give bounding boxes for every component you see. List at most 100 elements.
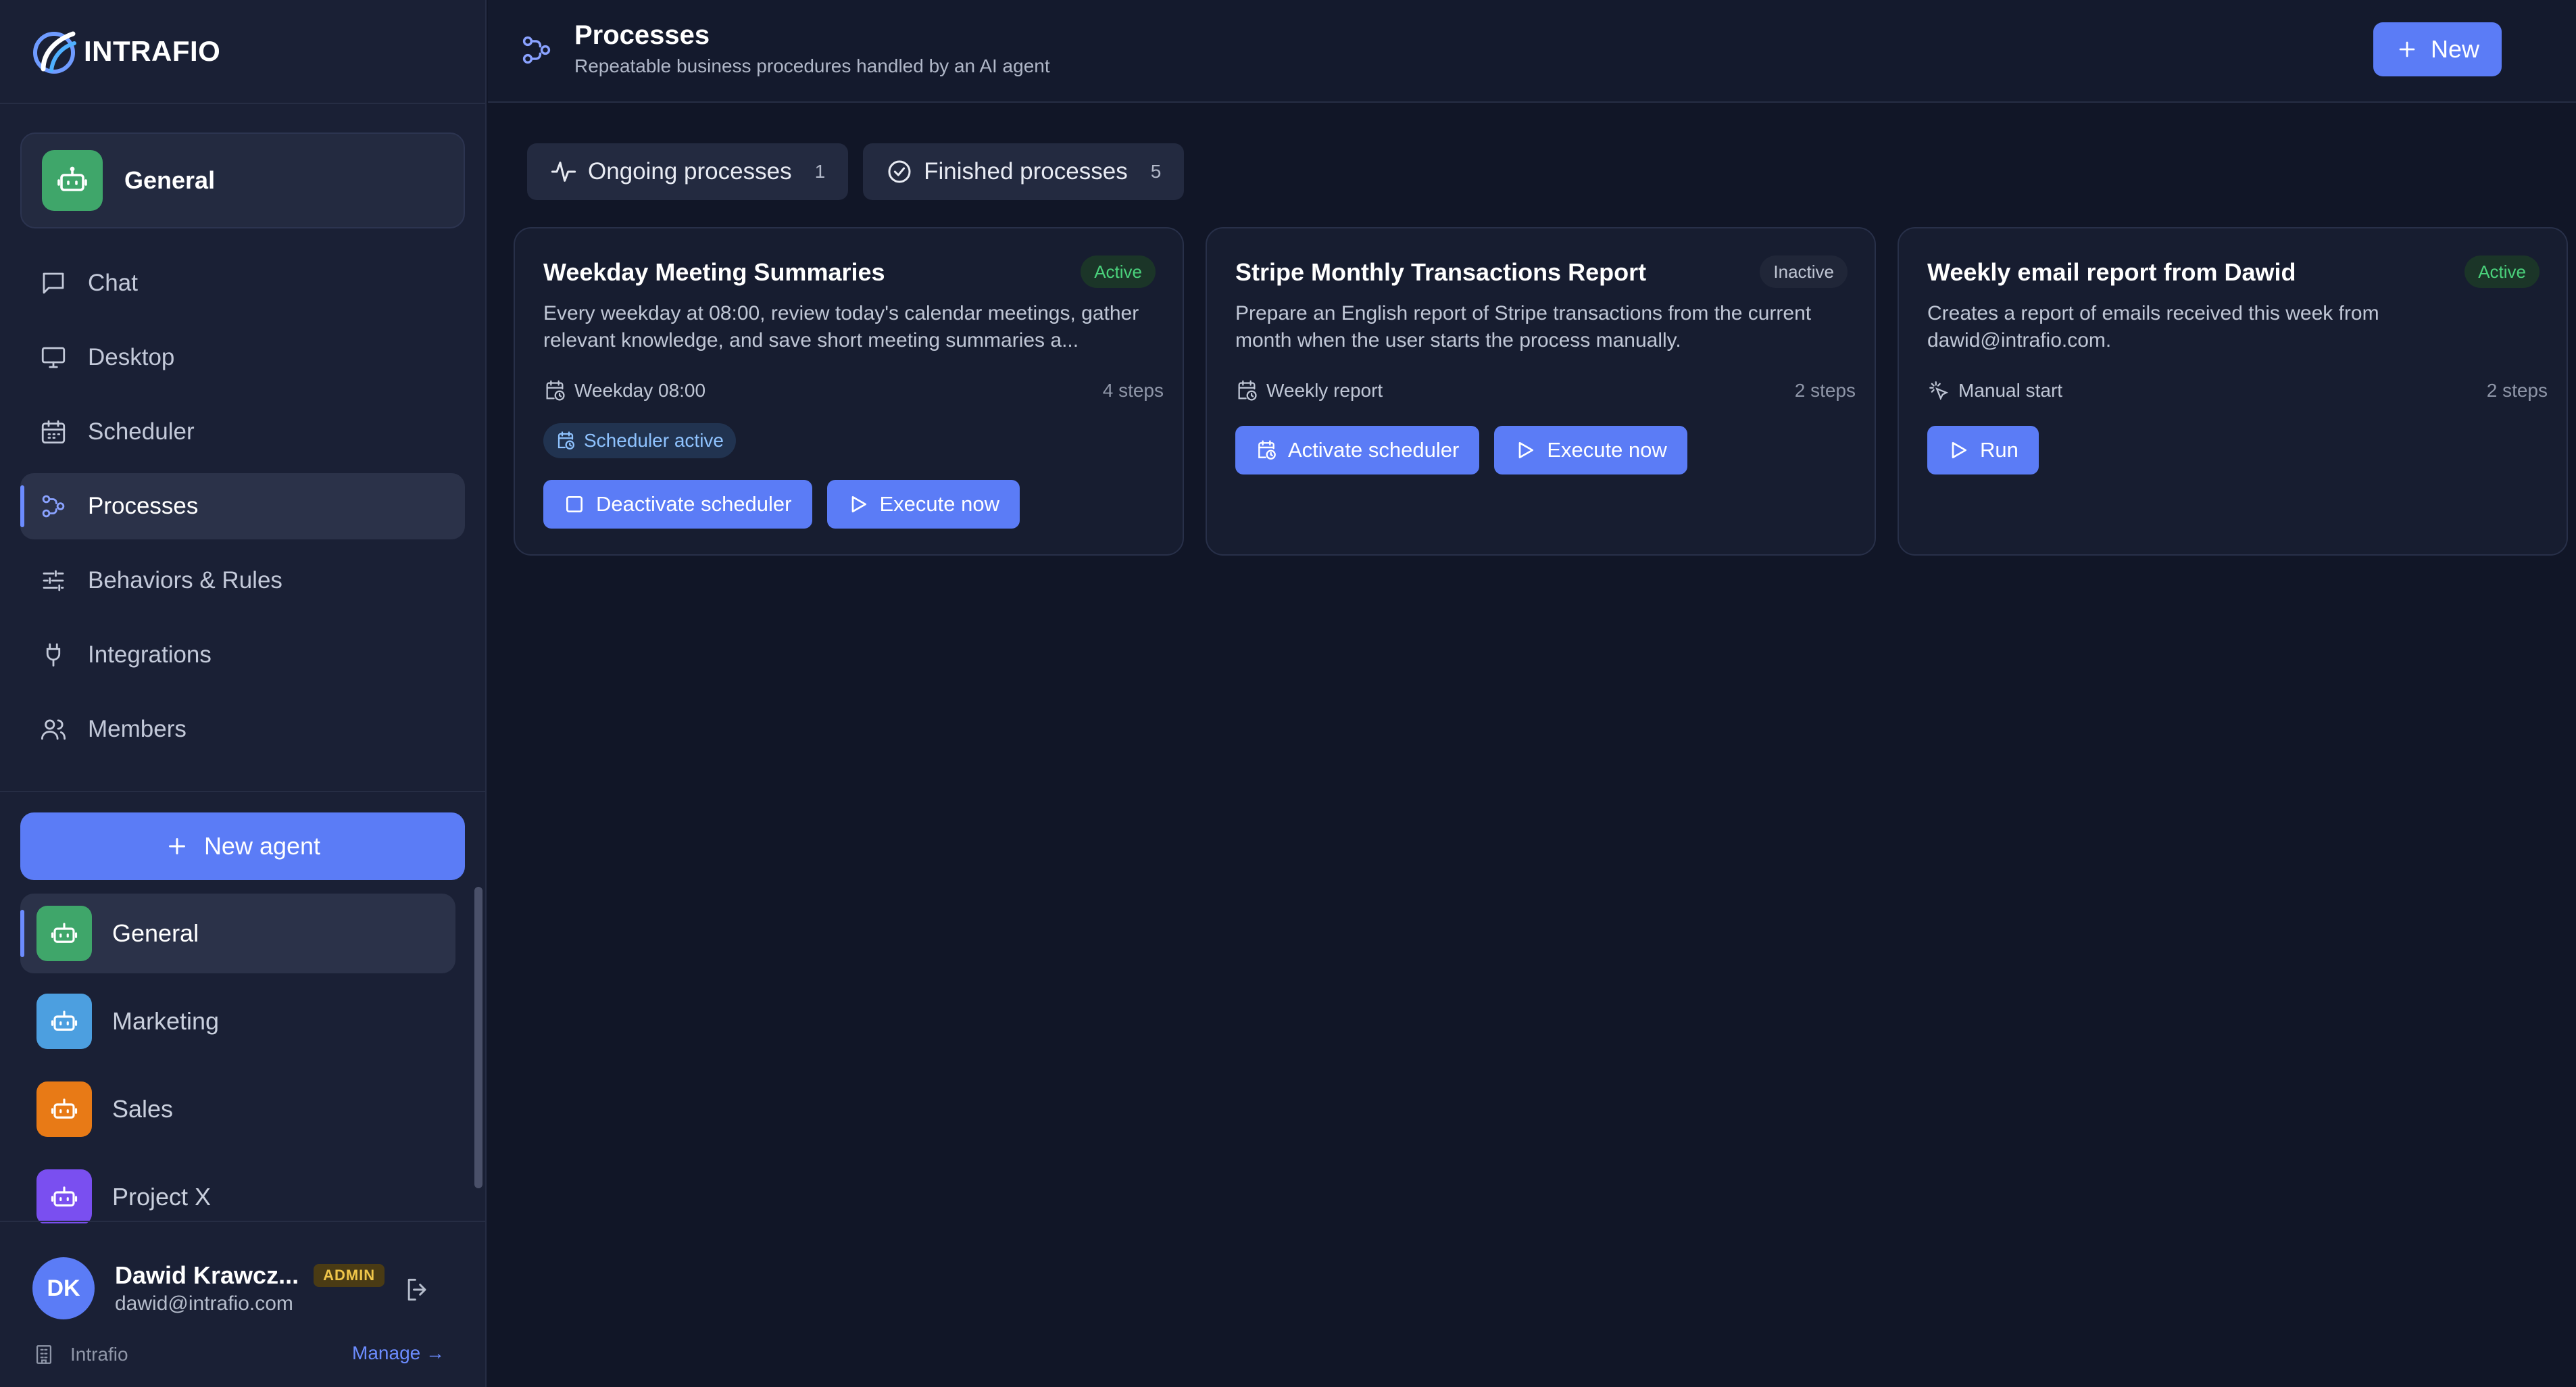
sliders-icon [43,570,64,591]
process-title: Stripe Monthly Transactions Report [1235,258,1647,286]
button-label: Run [1980,438,2018,462]
process-steps: 2 steps [1794,380,1856,401]
logout-icon[interactable] [403,1275,432,1305]
tab-ongoing-processes[interactable]: Ongoing processes 1 [527,143,849,200]
calendar-clock-icon [558,431,574,449]
process-title: Weekday Meeting Summaries [543,258,885,286]
sidebar-item-behaviors-rules[interactable]: Behaviors & Rules [20,548,465,614]
agent-name: Project X [112,1183,212,1211]
play-icon [1518,442,1534,458]
agent-item-project-x[interactable]: Project X [20,1157,455,1223]
bot-icon [51,1186,78,1207]
sidebar-item-label: Integrations [88,641,212,668]
organization-name: Intrafio [70,1344,128,1365]
sidebar-item-integrations[interactable]: Integrations [20,622,465,688]
scheduler-active-badge: Scheduler active [543,423,737,458]
agent-item-marketing[interactable]: Marketing [20,981,455,1061]
page-title: Processes [574,20,710,50]
button-label: Activate scheduler [1288,438,1460,462]
status-badge: Inactive [1760,256,1848,288]
new-agent-button[interactable]: New agent [20,812,465,880]
new-agent-label: New agent [203,832,321,860]
current-agent-name: General [124,166,216,194]
scheduler-active-label: Scheduler active [584,430,724,451]
process-meta: Weekly report 2 steps [1235,376,1856,406]
process-card[interactable]: Weekly email report from Dawid Active Cr… [1898,227,2568,556]
agent-item-general[interactable]: General [20,894,455,973]
user-email: dawid@intrafio.com [115,1292,293,1315]
plus-icon [168,838,185,854]
role-badge: ADMIN [314,1264,385,1287]
process-description-text: Every weekday at 08:00, review today's c… [543,302,1139,351]
avatar[interactable]: DK [32,1257,95,1319]
agent-avatar [36,906,92,961]
user-name-line: Dawid Krawcz... ADMIN [115,1261,385,1290]
tab-count: 5 [1150,161,1162,182]
bot-icon [57,166,87,191]
divider [0,791,485,792]
agent-item-sales[interactable]: Sales [20,1069,455,1149]
activate-scheduler-button[interactable]: Activate scheduler [1235,426,1480,474]
status-badge: Active [1081,256,1156,288]
process-card[interactable]: Stripe Monthly Transactions Report Inact… [1206,227,1876,556]
deactivate-scheduler-button[interactable]: Deactivate scheduler [543,480,812,529]
page-subtitle: Repeatable business procedures handled b… [574,55,1050,76]
tab-finished-processes[interactable]: Finished processes 5 [863,143,1185,200]
sidebar-item-scheduler[interactable]: Scheduler [20,399,465,465]
tab-label: Finished processes [924,158,1128,185]
user-info: Dawid Krawcz... ADMIN dawid@intrafio.com [115,1261,385,1315]
process-steps: 4 steps [1102,380,1164,401]
agent-list-scrollbar[interactable] [474,887,482,1188]
new-button-label: New [2430,35,2480,63]
brand-name: INTRAFIO [84,35,221,67]
process-steps: 2 steps [2486,380,2548,401]
process-description: Creates a report of emails received this… [1927,302,2379,351]
organization-row: Intrafio Manage → [32,1340,445,1369]
brand-logo[interactable]: INTRAFIO [31,26,220,77]
sidebar-item-label: Processes [88,493,199,519]
sidebar-item-label: Chat [88,270,138,296]
agent-name: Marketing [112,1007,220,1035]
bot-icon [51,1098,78,1119]
process-tabs: Ongoing processes 1 Finished processes 5 [527,143,1199,200]
execute-now-button[interactable]: Execute now [826,480,1020,529]
sidebar-nav: Chat Desktop Scheduler Processes Behavio… [20,250,465,771]
run-button[interactable]: Run [1927,426,2039,474]
stop-square-icon [566,496,583,512]
sidebar: INTRAFIO General Chat Desktop Scheduler … [0,0,487,1387]
process-actions: Deactivate scheduler Execute now [543,480,1035,529]
sidebar-item-members[interactable]: Members [20,696,465,762]
monitor-icon [41,347,66,368]
divider [0,1221,485,1222]
process-meta: Weekday 08:00 4 steps [543,376,1164,406]
new-process-button[interactable]: New [2373,22,2502,76]
process-trigger: Manual start [1958,380,2063,401]
agent-avatar [42,150,103,211]
agent-avatar [36,1169,92,1223]
agent-avatar [36,994,92,1049]
building-icon [36,1345,52,1364]
process-meta: Manual start 2 steps [1927,376,2548,406]
plus-icon [2399,41,2415,57]
agent-name: General [112,919,199,947]
current-agent-selector[interactable]: General [20,132,465,228]
process-title: Weekly email report from Dawid [1927,258,2296,286]
bot-icon [51,1011,78,1031]
process-cards: Weekday Meeting Summaries Active Every w… [514,227,2568,556]
sidebar-item-desktop[interactable]: Desktop [20,324,465,391]
execute-now-button[interactable]: Execute now [1494,426,1687,474]
intrafio-logo-icon [33,31,76,74]
user-profile: DK Dawid Krawcz... ADMIN dawid@intrafio.… [32,1255,458,1322]
activity-icon [551,162,576,182]
sidebar-item-processes[interactable]: Processes [20,473,465,539]
process-trigger: Weekly report [1266,380,1383,401]
status-badge: Active [2464,256,2540,288]
sidebar-item-label: Members [88,716,187,742]
calendar-clock-icon [1238,380,1257,401]
process-actions: Activate scheduler Execute now [1235,426,1702,474]
app-root: INTRAFIO General Chat Desktop Scheduler … [0,0,2576,1387]
manual-start-icon [1929,381,1949,401]
manage-link[interactable]: Manage → [352,1342,445,1364]
process-card[interactable]: Weekday Meeting Summaries Active Every w… [514,227,1184,556]
sidebar-item-chat[interactable]: Chat [20,250,465,316]
